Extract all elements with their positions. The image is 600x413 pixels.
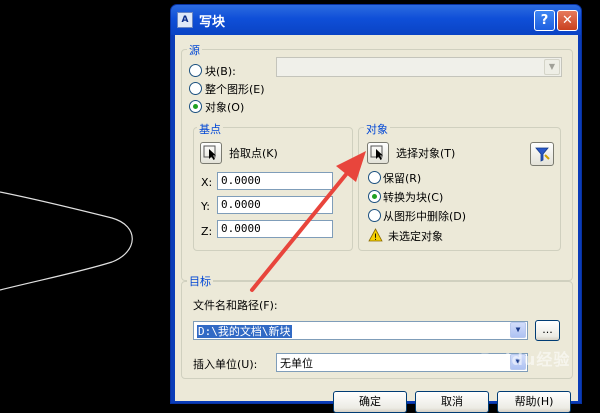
watermark: Baidu经验	[480, 350, 571, 369]
annotation-arrow	[250, 151, 366, 292]
